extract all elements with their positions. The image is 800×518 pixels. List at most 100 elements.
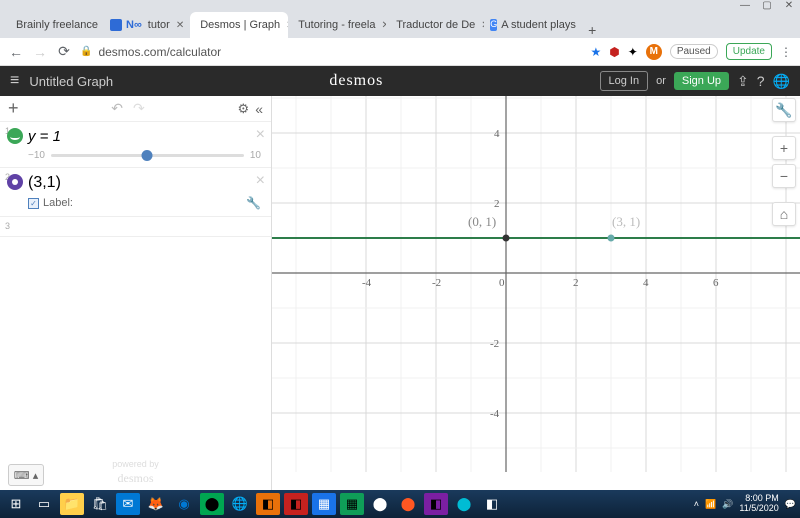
expression-toolbar: + ↶ ↷ ⚙ «: [0, 96, 271, 122]
app-body: + ↶ ↷ ⚙ « 1 y = 1 × −10 10 2 (3,1) ×: [0, 96, 800, 490]
browser-tab-active[interactable]: Desmos | Graph✕: [190, 12, 288, 38]
tab-label: Brainly freelance: [16, 19, 98, 31]
hamburger-icon[interactable]: ≡: [10, 72, 19, 90]
app-icon[interactable]: ⬤: [200, 493, 224, 515]
store-icon[interactable]: 🛍: [88, 493, 112, 515]
taskbar-clock[interactable]: 8:00 PM 11/5/2020: [739, 494, 778, 514]
slider-max[interactable]: 10: [250, 150, 261, 161]
browser-tab[interactable]: Brainly freelance✕: [6, 12, 104, 38]
help-icon[interactable]: ?: [757, 73, 765, 89]
plot-point[interactable]: [608, 235, 615, 242]
label-caption: Label:: [43, 197, 73, 209]
browser-tab[interactable]: Tutoring - freela✕: [288, 12, 386, 38]
star-icon[interactable]: ★: [591, 45, 602, 59]
redo-button[interactable]: ↷: [133, 100, 145, 117]
graph-canvas[interactable]: (0, 1) (3, 1) -4 -2 0 2 4 6 4 2 -2 -4 🔧 …: [272, 96, 800, 490]
app-icon[interactable]: ⬤: [368, 493, 392, 515]
close-tab-icon[interactable]: ✕: [176, 20, 184, 31]
brand-logo: desmos: [113, 72, 599, 90]
explorer-icon[interactable]: 📁: [60, 493, 84, 515]
slider-min[interactable]: −10: [28, 150, 45, 161]
mail-icon[interactable]: ✉: [116, 493, 140, 515]
zoom-in-button[interactable]: +: [772, 136, 796, 160]
tray-chevron-icon[interactable]: ˄: [694, 499, 699, 509]
svg-text:4: 4: [494, 128, 500, 140]
wrench-icon[interactable]: 🔧: [772, 98, 796, 122]
app-icon[interactable]: ◧: [480, 493, 504, 515]
expression-row[interactable]: 1 y = 1 × −10 10: [0, 122, 271, 168]
wifi-icon[interactable]: 📶: [705, 499, 716, 510]
maximize-button[interactable]: ▢: [762, 0, 772, 10]
expression-color-badge[interactable]: [7, 174, 23, 190]
app-icon[interactable]: ◧: [284, 493, 308, 515]
minimize-button[interactable]: —: [740, 0, 750, 10]
undo-button[interactable]: ↶: [111, 100, 123, 117]
graph-title[interactable]: Untitled Graph: [29, 74, 113, 89]
browser-tab[interactable]: Traductor de De✕: [386, 12, 484, 38]
share-icon[interactable]: ⇪: [737, 73, 749, 90]
delete-expression-icon[interactable]: ×: [256, 126, 265, 144]
svg-text:2: 2: [494, 198, 500, 210]
reload-button[interactable]: ⟳: [56, 43, 72, 60]
volume-icon[interactable]: 🔊: [722, 499, 733, 510]
extensions-icon[interactable]: ✦: [628, 45, 638, 59]
update-button[interactable]: Update: [726, 43, 772, 60]
profile-avatar[interactable]: M: [646, 44, 662, 60]
label-checkbox[interactable]: ✓: [28, 198, 39, 209]
settings-icon[interactable]: ⚙: [238, 101, 250, 117]
app-icon[interactable]: ⬤: [396, 493, 420, 515]
globe-icon[interactable]: 🌐: [773, 73, 790, 90]
lock-icon: 🔒: [80, 46, 92, 57]
plot-point[interactable]: [503, 235, 510, 242]
profile-paused[interactable]: Paused: [670, 44, 718, 59]
expression-color-badge[interactable]: [7, 128, 23, 144]
browser-tabstrip: Brainly freelance✕ N∞tutor✕ Desmos | Gra…: [0, 10, 800, 38]
firefox-icon[interactable]: 🦊: [144, 493, 168, 515]
start-button[interactable]: ⊞: [4, 493, 28, 515]
app-icon[interactable]: ◧: [424, 493, 448, 515]
delete-expression-icon[interactable]: ×: [256, 172, 265, 190]
app-header: ≡ Untitled Graph desmos Log In or Sign U…: [0, 66, 800, 96]
zoom-out-button[interactable]: −: [772, 164, 796, 188]
expression-text[interactable]: y = 1: [28, 128, 61, 145]
edge-icon[interactable]: ◉: [172, 493, 196, 515]
forward-button[interactable]: →: [32, 44, 48, 60]
browser-tab[interactable]: N∞tutor✕: [104, 12, 190, 38]
collapse-panel-icon[interactable]: «: [255, 101, 263, 117]
task-view-icon[interactable]: ▭: [32, 493, 56, 515]
favicon-icon: [110, 19, 122, 31]
powered-by: powered bydesmos: [0, 456, 271, 486]
or-text: or: [656, 75, 666, 87]
close-window-button[interactable]: ✕: [784, 0, 794, 10]
point-label: (3, 1): [612, 214, 640, 229]
expression-row[interactable]: 2 (3,1) × ✓ Label: 🔧: [0, 168, 271, 217]
slider-track[interactable]: [51, 154, 244, 157]
login-button[interactable]: Log In: [600, 71, 649, 91]
app-icon[interactable]: ⬤: [452, 493, 476, 515]
wrench-icon[interactable]: 🔧: [246, 196, 261, 210]
new-tab-button[interactable]: +: [582, 22, 602, 38]
chrome-icon[interactable]: 🌐: [228, 493, 252, 515]
slider-thumb[interactable]: [142, 150, 153, 161]
url-input[interactable]: 🔒 desmos.com/calculator: [80, 45, 583, 59]
notifications-icon[interactable]: 💬: [785, 499, 796, 510]
app-icon[interactable]: ▦: [340, 493, 364, 515]
back-button[interactable]: ←: [8, 44, 24, 60]
slider[interactable]: −10 10: [28, 150, 261, 161]
signup-button[interactable]: Sign Up: [674, 72, 729, 90]
windows-taskbar[interactable]: ⊞ ▭ 📁 🛍 ✉ 🦊 ◉ ⬤ 🌐 ◧ ◧ ▦ ▦ ⬤ ⬤ ◧ ⬤ ◧ ˄ 📶 …: [0, 490, 800, 518]
home-button[interactable]: ⌂: [772, 202, 796, 226]
expression-panel: + ↶ ↷ ⚙ « 1 y = 1 × −10 10 2 (3,1) ×: [0, 96, 272, 490]
app-icon[interactable]: ◧: [256, 493, 280, 515]
svg-text:2: 2: [573, 277, 579, 289]
add-expression-button[interactable]: +: [8, 98, 19, 119]
app-icon[interactable]: ▦: [312, 493, 336, 515]
expression-text[interactable]: (3,1): [28, 174, 61, 191]
svg-text:-4: -4: [362, 277, 372, 289]
shield-icon[interactable]: ⬢: [609, 45, 619, 59]
browser-tab[interactable]: GA student plays✕: [484, 12, 582, 38]
expression-row-empty[interactable]: 3: [0, 217, 271, 237]
menu-icon[interactable]: ⋮: [780, 45, 792, 59]
svg-text:-4: -4: [490, 408, 500, 420]
svg-text:6: 6: [713, 277, 719, 289]
